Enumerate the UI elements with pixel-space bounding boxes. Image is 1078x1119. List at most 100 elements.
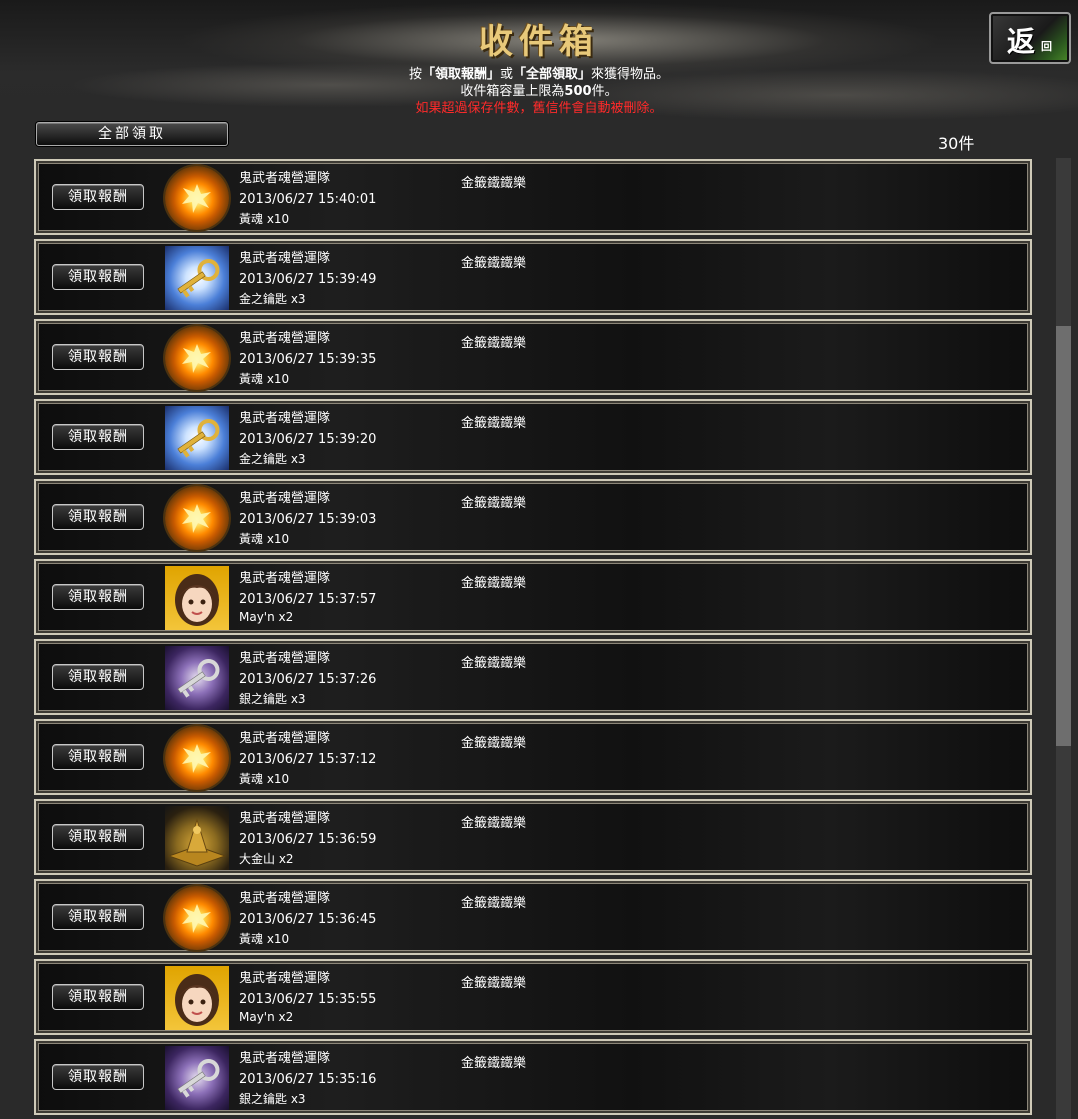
message-recipient: 金籤鐵鐵樂 xyxy=(461,176,527,191)
claim-reward-button[interactable]: 領取報酬 xyxy=(52,584,144,610)
message-recipient: 金籤鐵鐵樂 xyxy=(461,336,527,351)
scrollbar[interactable] xyxy=(1056,158,1071,1119)
instruction-text: 或 xyxy=(499,67,513,82)
message-sender: 鬼武者魂營運隊 xyxy=(239,251,331,266)
message-count: 30件 xyxy=(938,134,975,153)
gold-key-icon xyxy=(165,246,229,310)
claim-reward-button[interactable]: 領取報酬 xyxy=(52,504,144,530)
claim-reward-button[interactable]: 領取報酬 xyxy=(52,264,144,290)
message-row: 領取報酬 鬼武者魂營運隊 2013/06/27 15:39:49 金之鑰匙 x3 金籤鐵… xyxy=(34,239,1032,315)
scrollbar-thumb[interactable] xyxy=(1056,326,1071,746)
message-row: 領取報酬 鬼武者魂營運隊 2013/06/27 15:39:20 金之鑰匙 x3 金籤鐵… xyxy=(34,399,1032,475)
inbox-capacity: 500 xyxy=(564,84,592,99)
message-sender: 鬼武者魂營運隊 xyxy=(239,331,331,346)
message-sender: 鬼武者魂營運隊 xyxy=(239,891,331,906)
back-button-sublabel: 回 xyxy=(1041,40,1052,53)
soul-icon xyxy=(165,166,229,230)
message-date: 2013/06/27 15:39:03 xyxy=(239,512,377,527)
message-row: 領取報酬 鬼武者魂營運隊 2013/06/27 15:39:03 黃魂 x10 金籤鐵鐵… xyxy=(34,479,1032,555)
message-date: 2013/06/27 15:35:16 xyxy=(239,1072,377,1087)
page-title: 收件箱 xyxy=(479,22,599,62)
message-date: 2013/06/27 15:35:55 xyxy=(239,992,377,1007)
instructions: 按「領取報酬」或「全部領取」來獲得物品。 收件箱容量上限為500件。 如果超過保… xyxy=(0,66,1078,117)
claim-reward-button[interactable]: 領取報酬 xyxy=(52,184,144,210)
message-recipient: 金籤鐵鐵樂 xyxy=(461,976,527,991)
claim-reward-button[interactable]: 領取報酬 xyxy=(52,1064,144,1090)
message-sender: 鬼武者魂營運隊 xyxy=(239,1051,331,1066)
message-row: 領取報酬 鬼武者魂營運隊 2013/06/27 15:39:35 黃魂 x10 金籤鐵鐵… xyxy=(34,319,1032,395)
message-sender: 鬼武者魂營運隊 xyxy=(239,731,331,746)
back-button-label: 返 xyxy=(1007,25,1036,58)
message-date: 2013/06/27 15:36:45 xyxy=(239,912,377,927)
silver-key-icon xyxy=(165,1046,229,1110)
back-button[interactable]: 返 回 xyxy=(989,12,1071,64)
message-recipient: 金籤鐵鐵樂 xyxy=(461,816,527,831)
claim-all-button[interactable]: 全部領取 xyxy=(36,122,228,146)
message-date: 2013/06/27 15:37:57 xyxy=(239,592,377,607)
message-item: 黃魂 x10 xyxy=(239,372,290,386)
message-recipient: 金籤鐵鐵樂 xyxy=(461,896,527,911)
soul-icon xyxy=(165,326,229,390)
claim-reward-button[interactable]: 領取報酬 xyxy=(52,904,144,930)
message-row: 領取報酬 鬼武者魂營運隊 2013/06/27 15:40:01 黃魂 x10 金籤鐵鐵… xyxy=(34,159,1032,235)
message-item: 銀之鑰匙 x3 xyxy=(239,1092,306,1106)
message-row: 領取報酬 鬼武者魂營運隊 2013/06/27 15:36:45 黃魂 x10 金籤鐵鐵… xyxy=(34,879,1032,955)
mayn-portrait-icon xyxy=(165,966,229,1030)
instruction-text: 收件箱容量上限為 xyxy=(460,84,565,99)
message-sender: 鬼武者魂營運隊 xyxy=(239,171,331,186)
inbox-header: 收件箱 返 回 按「領取報酬」或「全部領取」來獲得物品。 收件箱容量上限為500… xyxy=(0,0,1078,120)
claim-reward-button[interactable]: 領取報酬 xyxy=(52,664,144,690)
message-date: 2013/06/27 15:36:59 xyxy=(239,832,377,847)
mayn-portrait-icon xyxy=(165,566,229,630)
message-item: May'n x2 xyxy=(239,1010,294,1024)
message-recipient: 金籤鐵鐵樂 xyxy=(461,1056,527,1071)
instruction-claim-all-term: 「全部領取」 xyxy=(513,67,592,82)
claim-reward-button[interactable]: 領取報酬 xyxy=(52,744,144,770)
message-date: 2013/06/27 15:39:20 xyxy=(239,432,377,447)
message-list: 領取報酬 鬼武者魂營運隊 2013/06/27 15:40:01 黃魂 x10 金籤鐵鐵… xyxy=(34,159,1032,1119)
gold-mountain-icon xyxy=(165,806,229,870)
message-item: 黃魂 x10 xyxy=(239,772,290,786)
message-recipient: 金籤鐵鐵樂 xyxy=(461,736,527,751)
message-item: 銀之鑰匙 x3 xyxy=(239,692,306,706)
message-item: May'n x2 xyxy=(239,610,294,624)
message-row: 領取報酬 鬼武者魂營運隊 2013/06/27 15:35:16 銀之鑰匙 x3 金籤鐵… xyxy=(34,1039,1032,1115)
message-sender: 鬼武者魂營運隊 xyxy=(239,411,331,426)
message-row: 領取報酬 鬼武者魂營運隊 2013/06/27 15:37:12 黃魂 x10 金籤鐵鐵… xyxy=(34,719,1032,795)
instruction-text: 按 xyxy=(408,67,422,82)
gold-key-icon xyxy=(165,406,229,470)
message-date: 2013/06/27 15:39:49 xyxy=(239,272,377,287)
message-row: 領取報酬 鬼武者魂營運隊 2013/06/27 15:37:26 銀之鑰匙 x3 金籤鐵… xyxy=(34,639,1032,715)
message-row: 領取報酬 鬼武者魂營運隊 2013/06/27 15:36:59 大金山 x2 金籤鐵鐵… xyxy=(34,799,1032,875)
message-item: 黃魂 x10 xyxy=(239,532,290,546)
message-item: 大金山 x2 xyxy=(239,852,294,866)
message-item: 金之鑰匙 x3 xyxy=(239,452,306,466)
instruction-line-1: 按「領取報酬」或「全部領取」來獲得物品。 xyxy=(0,66,1078,83)
message-date: 2013/06/27 15:40:01 xyxy=(239,192,377,207)
message-row: 領取報酬 鬼武者魂營運隊 2013/06/27 15:35:55 May'n x2 金籤… xyxy=(34,959,1032,1035)
message-sender: 鬼武者魂營運隊 xyxy=(239,971,331,986)
claim-reward-button[interactable]: 領取報酬 xyxy=(52,984,144,1010)
message-sender: 鬼武者魂營運隊 xyxy=(239,811,331,826)
claim-reward-button[interactable]: 領取報酬 xyxy=(52,824,144,850)
soul-icon xyxy=(165,486,229,550)
claim-reward-button[interactable]: 領取報酬 xyxy=(52,424,144,450)
instruction-line-2: 收件箱容量上限為500件。 xyxy=(0,83,1078,100)
message-recipient: 金籤鐵鐵樂 xyxy=(461,656,527,671)
message-row: 領取報酬 鬼武者魂營運隊 2013/06/27 15:37:57 May'n x2 金籤… xyxy=(34,559,1032,635)
silver-key-icon xyxy=(165,646,229,710)
message-item: 金之鑰匙 x3 xyxy=(239,292,306,306)
instruction-text: 來獲得物品。 xyxy=(591,67,670,82)
message-recipient: 金籤鐵鐵樂 xyxy=(461,416,527,431)
message-date: 2013/06/27 15:39:35 xyxy=(239,352,377,367)
message-item: 黃魂 x10 xyxy=(239,932,290,946)
claim-reward-button[interactable]: 領取報酬 xyxy=(52,344,144,370)
message-date: 2013/06/27 15:37:26 xyxy=(239,672,377,687)
message-sender: 鬼武者魂營運隊 xyxy=(239,491,331,506)
instruction-claim-term: 「領取報酬」 xyxy=(421,67,500,82)
soul-icon xyxy=(165,726,229,790)
message-item: 黃魂 x10 xyxy=(239,212,290,226)
message-date: 2013/06/27 15:37:12 xyxy=(239,752,377,767)
message-recipient: 金籤鐵鐵樂 xyxy=(461,576,527,591)
soul-icon xyxy=(165,886,229,950)
